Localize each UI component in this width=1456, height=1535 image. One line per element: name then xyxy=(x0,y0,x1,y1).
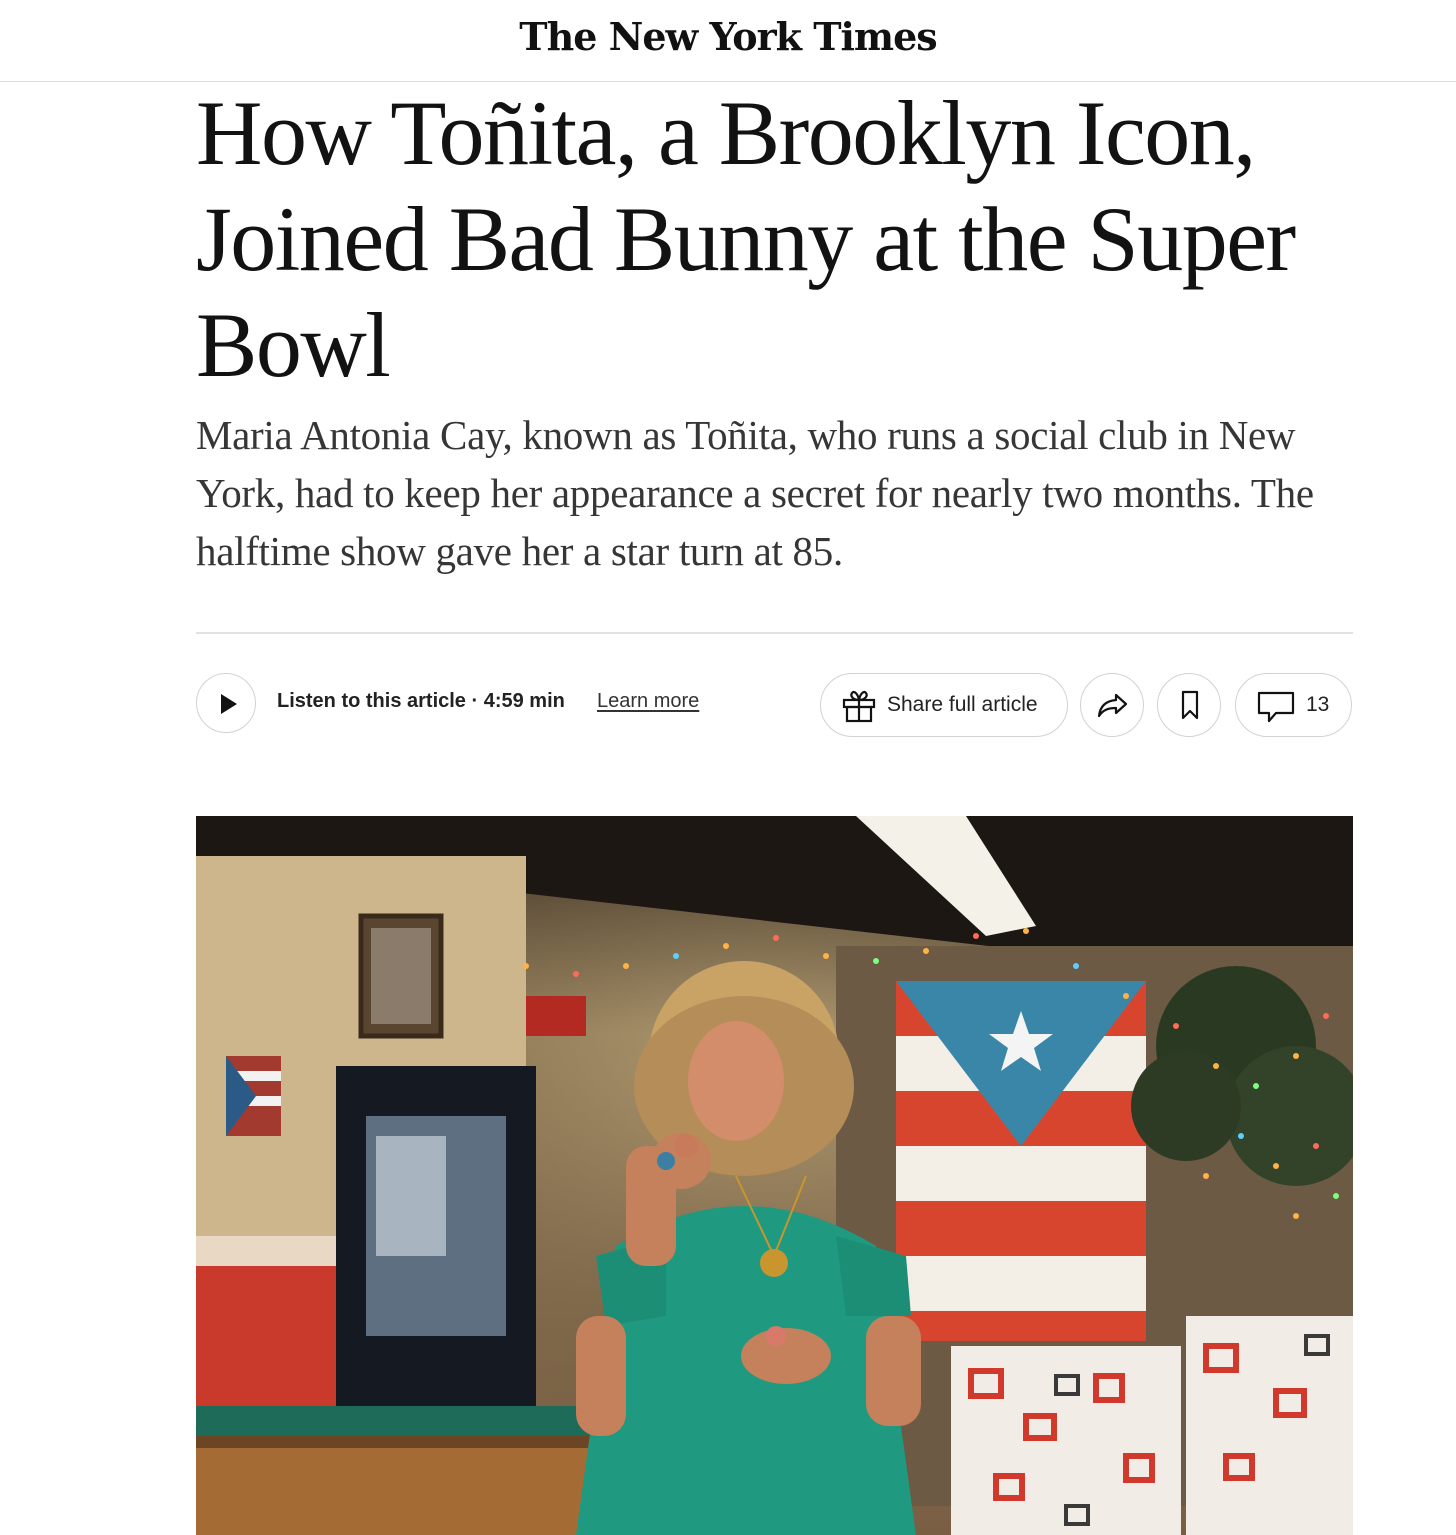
share-full-article-button[interactable]: Share full article xyxy=(820,673,1068,737)
share-arrow-icon xyxy=(1097,693,1128,718)
gift-icon xyxy=(842,690,876,723)
bookmark-icon xyxy=(1181,690,1199,720)
lead-image xyxy=(196,816,1353,1535)
save-button[interactable] xyxy=(1157,673,1221,737)
share-button[interactable] xyxy=(1080,673,1144,737)
nyt-logo[interactable]: The New York Times xyxy=(0,14,1456,59)
comment-icon xyxy=(1257,691,1295,723)
play-audio-button[interactable] xyxy=(196,673,256,733)
article-headline: How Toñita, a Brooklyn Icon, Joined Bad … xyxy=(196,82,1296,396)
divider xyxy=(196,632,1353,634)
comment-count: 13 xyxy=(1306,693,1330,716)
listen-label: Listen to this article · 4:59 min xyxy=(277,690,565,712)
flag xyxy=(896,981,1146,1341)
article-photo xyxy=(196,816,1353,1535)
share-full-article-label: Share full article xyxy=(887,693,1038,716)
masthead: The New York Times xyxy=(0,0,1456,82)
learn-more-link[interactable]: Learn more xyxy=(597,690,699,713)
comments-button[interactable]: 13 xyxy=(1235,673,1352,737)
article-summary: Maria Antonia Cay, known as Toñita, who … xyxy=(196,412,1314,574)
play-icon xyxy=(221,694,237,714)
